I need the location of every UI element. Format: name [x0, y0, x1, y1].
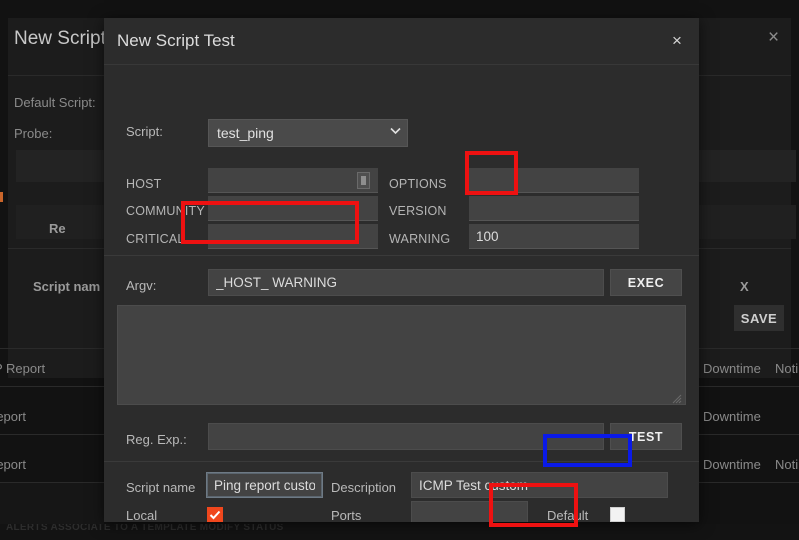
bg-report-notify[interactable]: Noti — [775, 361, 798, 376]
bg-script-name-partial: Script nam — [33, 279, 100, 294]
bg-report-name: report — [0, 409, 26, 424]
bg-label-default-script: Default Script: — [14, 95, 96, 110]
dialog-header: New Script Test × — [104, 18, 699, 65]
regexp-label: Reg. Exp.: — [126, 432, 187, 447]
bg-report-notify[interactable]: Noti — [775, 457, 798, 472]
dialog-title: New Script Test — [117, 31, 235, 51]
test-button-label: TEST — [629, 430, 663, 444]
ports-input[interactable] — [411, 501, 528, 522]
param-input-version[interactable] — [469, 196, 639, 221]
param-input-host[interactable] — [208, 168, 378, 193]
default-label: Default — [547, 508, 588, 522]
test-button[interactable]: TEST — [610, 423, 682, 450]
param-label-community: COMMUNITY — [126, 204, 205, 218]
param-label-host: HOST — [126, 177, 162, 191]
bg-bottom-bar: ALERTS ASSOCIATE TO A TEMPLATE MODIFY ST… — [0, 524, 799, 540]
script-select-wrap: test_ping — [208, 119, 408, 147]
bg-reset-text[interactable]: Re — [49, 221, 66, 236]
output-textarea[interactable] — [117, 305, 686, 405]
screen: New Script T × Default Script: Probe: Re… — [0, 0, 799, 540]
bg-close-icon[interactable]: × — [768, 28, 779, 47]
param-input-options[interactable] — [469, 168, 639, 193]
ports-label: Ports — [331, 508, 361, 522]
bg-report-downtime[interactable]: Downtime — [703, 361, 761, 376]
bg-left-foot — [0, 483, 104, 524]
exec-button-label: EXEC — [628, 276, 664, 290]
argv-label: Argv: — [126, 278, 156, 293]
bg-x-label: X — [740, 279, 749, 294]
exec-button[interactable]: EXEC — [610, 269, 682, 296]
bg-report-name: P Report — [0, 361, 45, 376]
script-label: Script: — [126, 124, 163, 139]
description-input[interactable] — [411, 472, 668, 498]
divider-meta — [104, 461, 699, 462]
divider-params — [104, 255, 699, 256]
bg-report-downtime[interactable]: Downtime — [703, 409, 761, 424]
new-script-test-dialog: New Script Test × Script: test_ping HOST… — [104, 18, 699, 522]
param-input-community[interactable] — [208, 196, 378, 221]
param-label-warning: WARNING — [389, 232, 450, 246]
script-select[interactable]: test_ping — [208, 119, 408, 147]
param-label-critical: CRITICAL — [126, 232, 185, 246]
param-input-warning[interactable] — [469, 224, 639, 249]
bg-bottom-strip-text: ALERTS ASSOCIATE TO A TEMPLATE MODIFY ST… — [6, 524, 284, 533]
spinner-icon[interactable] — [357, 172, 370, 189]
bg-save-button[interactable]: SAVE — [734, 305, 784, 331]
bg-report-name: report — [0, 457, 26, 472]
param-input-critical[interactable] — [208, 224, 378, 249]
default-checkbox[interactable] — [610, 507, 625, 522]
local-checkbox[interactable] — [207, 507, 223, 522]
script-name-input[interactable] — [206, 472, 323, 498]
local-label: Local — [126, 508, 157, 522]
bg-label-probe: Probe: — [14, 126, 52, 141]
regexp-input[interactable] — [208, 423, 604, 450]
param-label-options: OPTIONS — [389, 177, 447, 191]
description-label: Description — [331, 480, 396, 495]
bg-report-downtime[interactable]: Downtime — [703, 457, 761, 472]
close-icon[interactable]: × — [667, 31, 687, 51]
script-name-label: Script name — [126, 480, 195, 495]
bg-orange-marker — [0, 192, 3, 202]
param-label-version: VERSION — [389, 204, 447, 218]
argv-input[interactable] — [208, 269, 604, 296]
